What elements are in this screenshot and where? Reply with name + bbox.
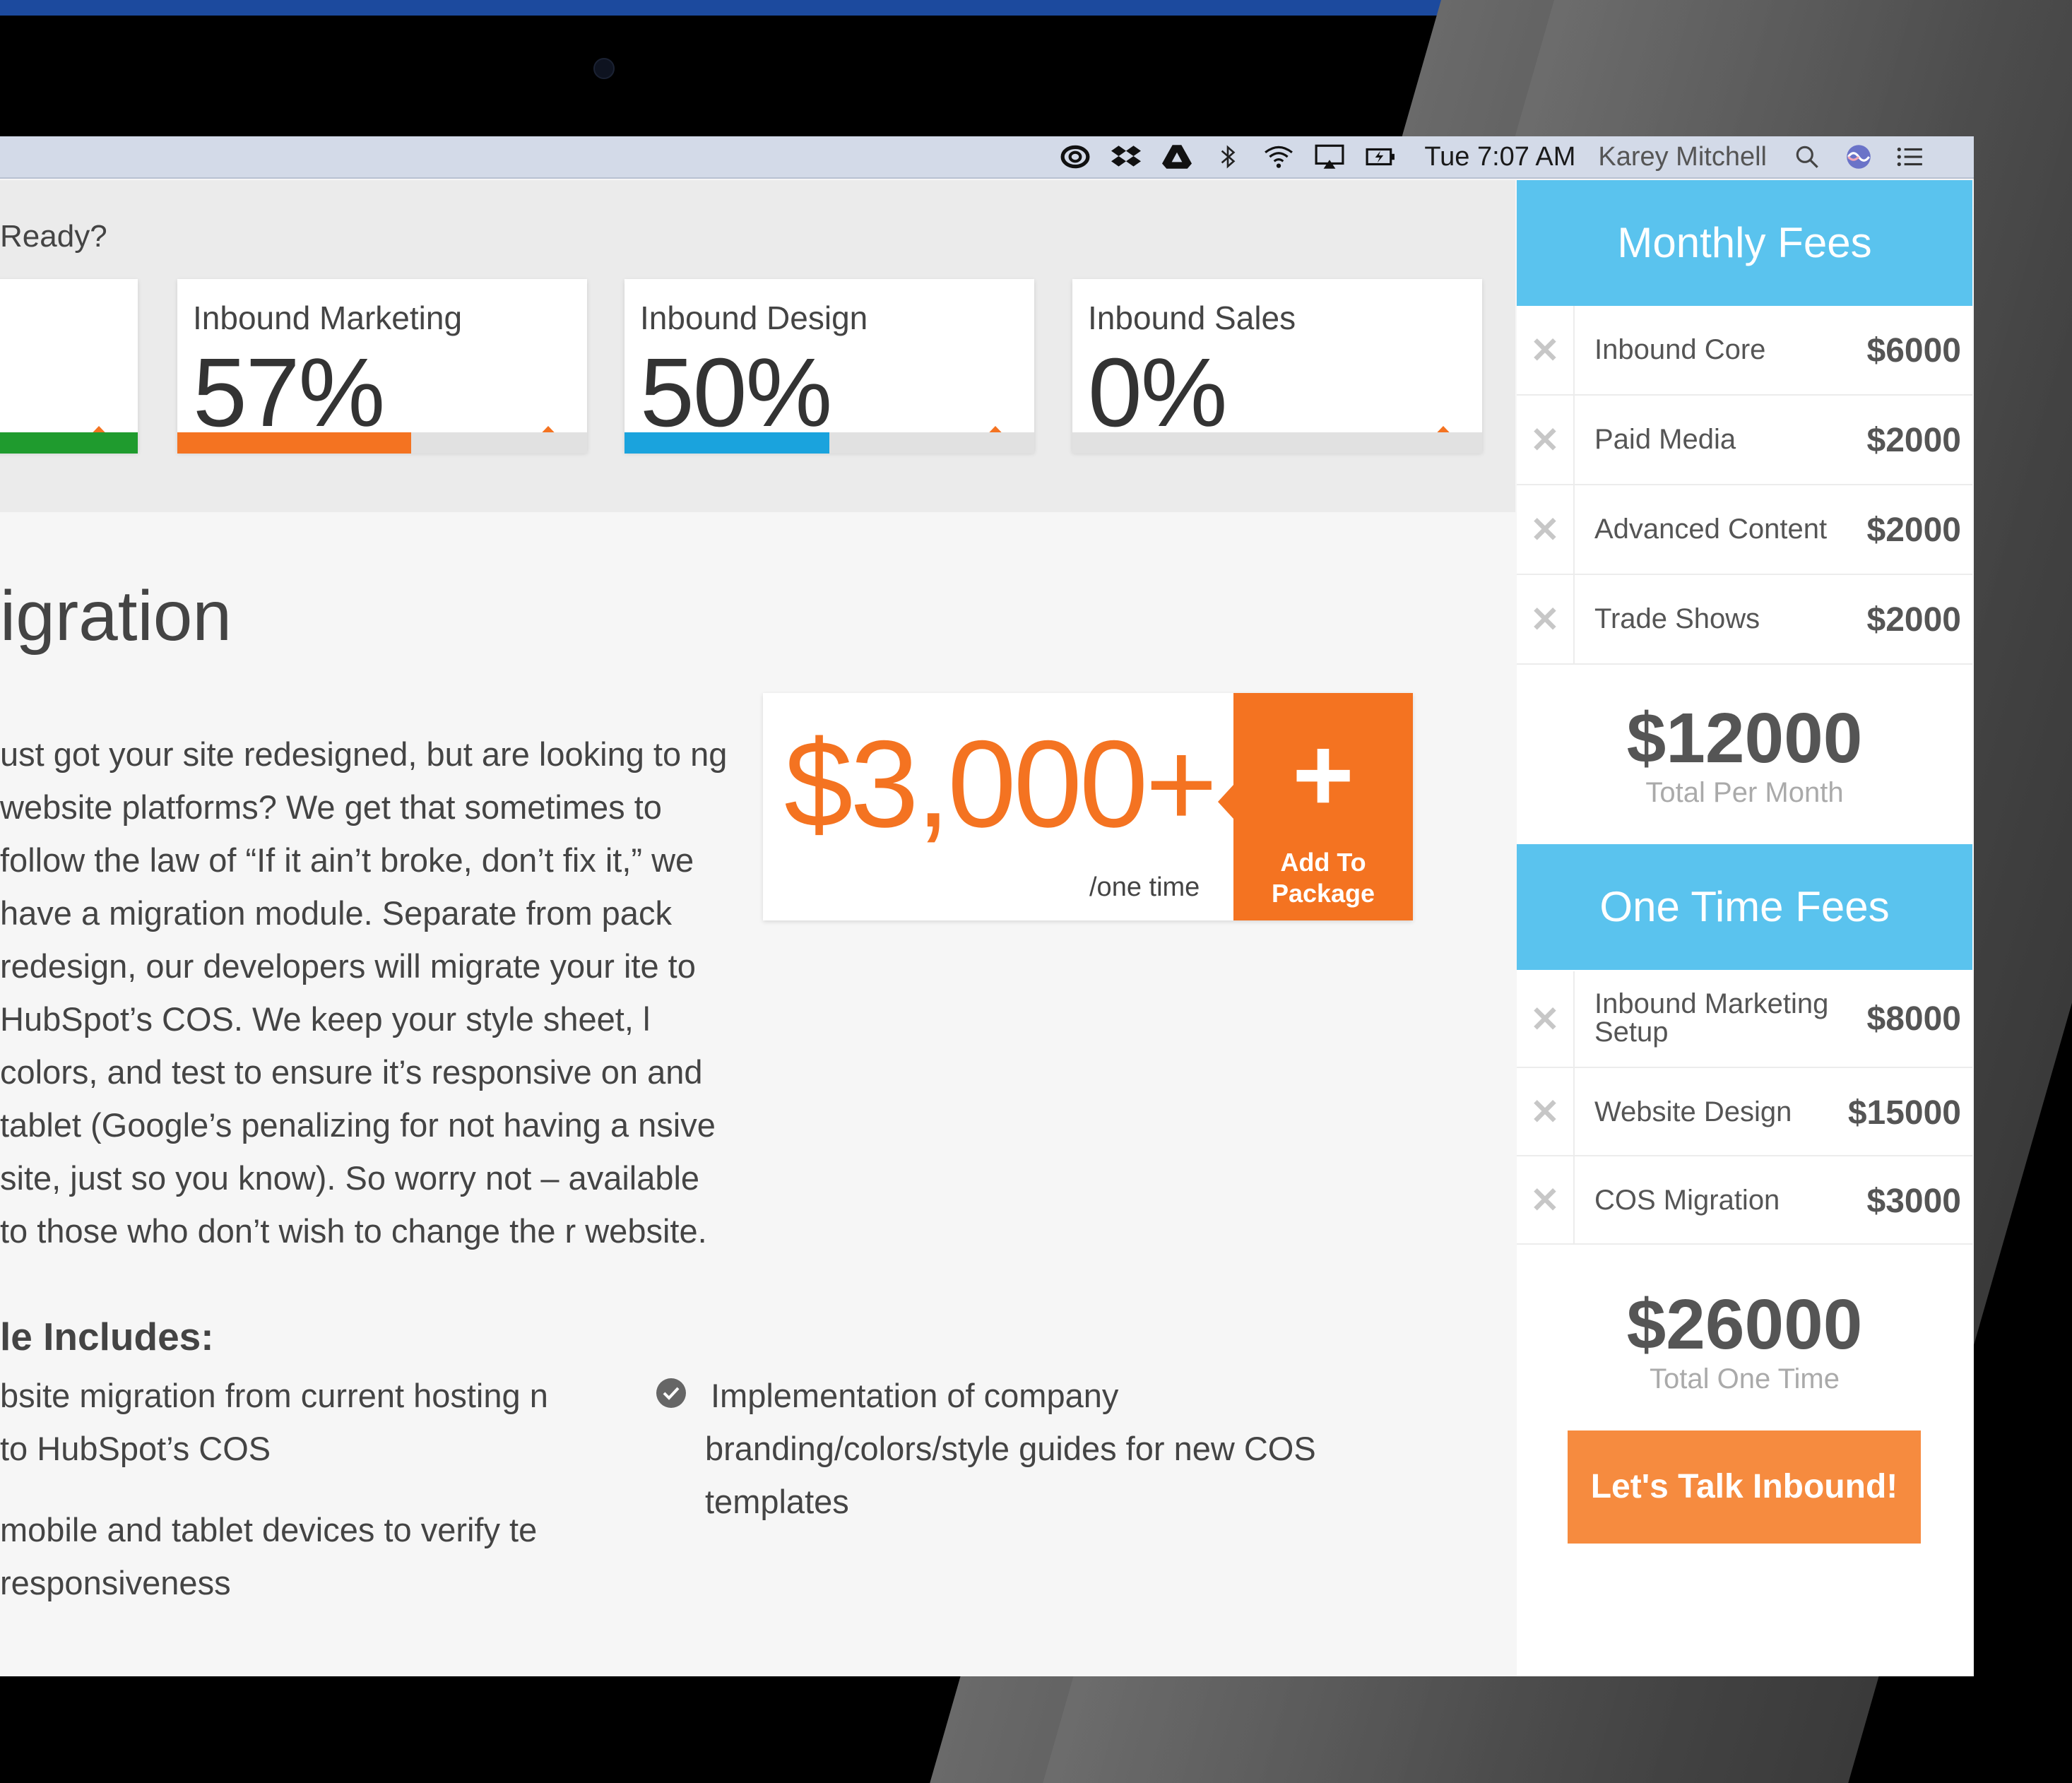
progress-card-inbound-design[interactable]: Inbound Design 50% [624, 279, 1034, 454]
fee-name: Trade Shows [1594, 603, 1760, 634]
progress-card-inbound-marketing[interactable]: Inbound Marketing 57% [177, 279, 587, 454]
siri-icon[interactable] [1842, 143, 1875, 171]
remove-icon[interactable]: ✕ [1517, 1156, 1575, 1243]
monthly-total-value: $12000 [1626, 699, 1863, 778]
add-label-line-2: Package [1271, 879, 1375, 908]
one-time-total-label: Total One Time [1649, 1363, 1840, 1394]
one-time-fee-row: ✕ Website Design $15000 [1517, 1068, 1972, 1156]
card-percentage: 0% [1088, 338, 1227, 447]
fees-sidebar: Monthly Fees ✕ Inbound Core $6000 ✕ Paid… [1517, 180, 1972, 1676]
fee-name: Website Design [1594, 1096, 1792, 1127]
lets-talk-inbound-button[interactable]: Let's Talk Inbound! [1568, 1430, 1921, 1544]
progress-fill [624, 432, 829, 454]
laptop-screen: Tue 7:07 AM Karey Mitchell Ready? Inboun… [0, 136, 1974, 1676]
dropbox-icon[interactable] [1110, 143, 1142, 171]
fee-name: Advanced Content [1594, 514, 1828, 545]
creative-cloud-icon[interactable] [1059, 143, 1091, 171]
module-heading: igration [0, 576, 232, 656]
module-description: ust got your site redesigned, but are lo… [0, 735, 728, 1250]
main-content: Ready? Inbound Marketing 57% Inbound Des… [0, 180, 1515, 1676]
card-percentage: 57% [193, 338, 385, 447]
progress-fill [0, 432, 138, 454]
module-price: $3,000+ [784, 716, 1217, 853]
remove-icon[interactable]: ✕ [1517, 971, 1575, 1067]
menu-bar-user-name[interactable]: Karey Mitchell [1598, 142, 1767, 172]
one-time-fee-row: ✕ COS Migration $3000 [1517, 1156, 1972, 1245]
checkmark-icon [656, 1378, 686, 1408]
fee-amount: $8000 [1866, 1000, 1961, 1038]
one-time-fee-row: ✕ Inbound Marketing Setup $8000 [1517, 971, 1972, 1068]
include-item: mobile and tablet devices to verify te r… [0, 1511, 538, 1601]
progress-card-partial[interactable] [0, 279, 138, 454]
fee-amount: $2000 [1866, 422, 1961, 459]
progress-track [1072, 432, 1482, 454]
fee-name: Inbound Marketing Setup [1594, 990, 1828, 1046]
airplay-icon[interactable] [1313, 143, 1346, 171]
remove-icon[interactable]: ✕ [1517, 306, 1575, 394]
wifi-icon[interactable] [1262, 143, 1295, 171]
camera-dot [593, 58, 615, 79]
fee-amount: $3000 [1866, 1183, 1961, 1220]
card-percentage: 50% [640, 338, 832, 447]
menu-bar: Tue 7:07 AM Karey Mitchell [0, 136, 1974, 179]
fee-amount: $6000 [1866, 332, 1961, 369]
remove-icon[interactable]: ✕ [1517, 485, 1575, 574]
fee-name-line-2: Setup [1594, 1017, 1669, 1048]
price-unit: /one time [1089, 872, 1200, 902]
progress-fill [177, 432, 411, 454]
spotlight-search-icon[interactable] [1792, 143, 1824, 171]
card-title: Inbound Design [640, 300, 868, 336]
card-title: Inbound Marketing [193, 300, 463, 336]
fee-amount: $15000 [1847, 1094, 1961, 1132]
add-label-line-1: Add To [1280, 848, 1366, 877]
ready-label: Ready? [0, 219, 107, 254]
card-title: Inbound Sales [1088, 300, 1296, 336]
remove-icon[interactable]: ✕ [1517, 575, 1575, 663]
remove-icon[interactable]: ✕ [1517, 1068, 1575, 1155]
google-drive-icon[interactable] [1161, 143, 1193, 171]
add-to-package-button[interactable]: + Add To Package [1218, 693, 1413, 920]
monthly-fee-row: ✕ Inbound Core $6000 [1517, 306, 1972, 396]
notification-center-icon[interactable] [1893, 143, 1926, 171]
monthly-fees-header: Monthly Fees [1517, 180, 1972, 306]
remove-icon[interactable]: ✕ [1517, 396, 1575, 484]
fee-name: Paid Media [1594, 424, 1736, 455]
fee-amount: $2000 [1866, 601, 1961, 639]
add-to-package-label: Add To Package [1233, 847, 1413, 909]
include-item: Implementation of company branding/color… [705, 1377, 1316, 1520]
battery-icon[interactable] [1364, 143, 1397, 171]
bluetooth-icon[interactable] [1212, 143, 1244, 171]
one-time-fees-header: One Time Fees [1517, 844, 1972, 970]
fee-amount: $2000 [1866, 511, 1961, 549]
includes-heading: le Includes: [0, 1315, 214, 1358]
fee-name: COS Migration [1594, 1185, 1780, 1216]
progress-card-inbound-sales[interactable]: Inbound Sales 0% [1072, 279, 1482, 454]
monthly-fee-row: ✕ Advanced Content $2000 [1517, 485, 1972, 575]
plus-icon: + [1292, 715, 1354, 834]
monthly-fee-row: ✕ Trade Shows $2000 [1517, 575, 1972, 665]
price-card: $3,000+ /one time + Add To Package [763, 693, 1413, 920]
button-notch [1218, 785, 1233, 819]
monthly-total-label: Total Per Month [1645, 777, 1844, 808]
fee-name: Inbound Core [1594, 334, 1766, 365]
menu-bar-clock[interactable]: Tue 7:07 AM [1424, 142, 1575, 172]
include-item: bsite migration from current hosting n t… [0, 1377, 548, 1467]
one-time-total-value: $26000 [1626, 1285, 1863, 1364]
fee-name-line-1: Inbound Marketing [1594, 988, 1829, 1019]
monthly-fee-row: ✕ Paid Media $2000 [1517, 396, 1972, 485]
